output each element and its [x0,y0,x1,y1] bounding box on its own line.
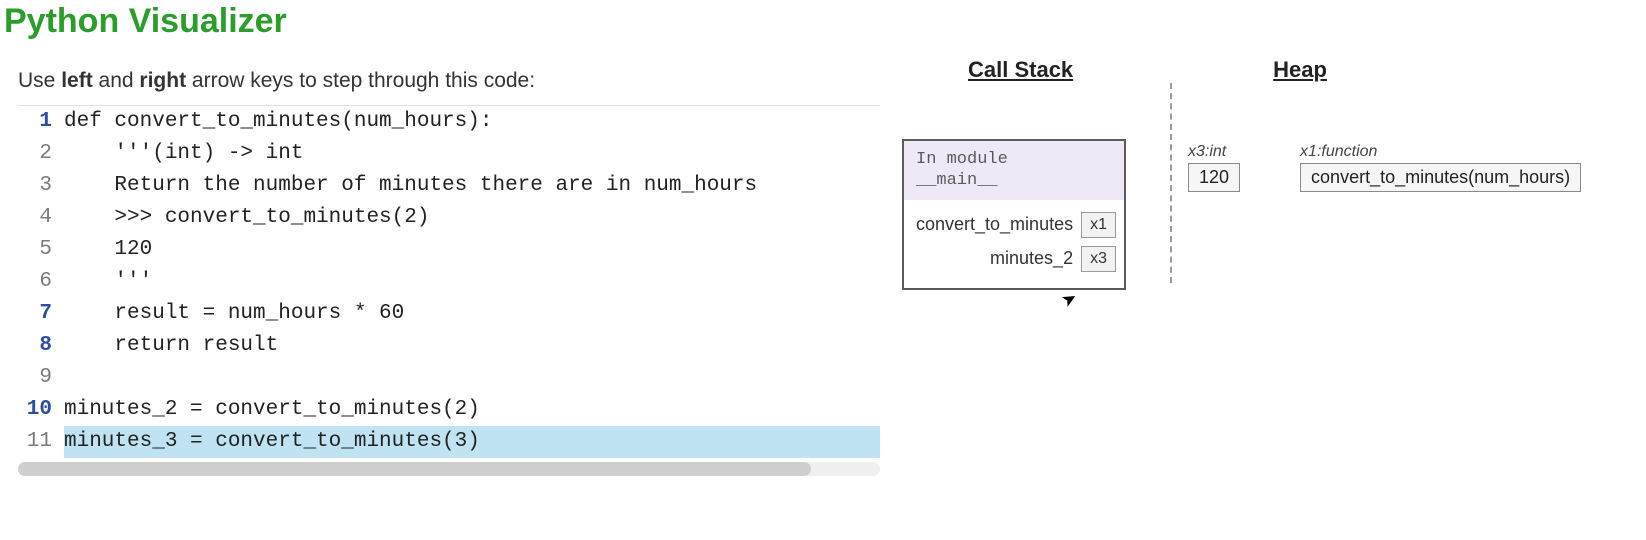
heap-object-label: x3:int [1188,143,1240,161]
code-text: minutes_3 = convert_to_minutes(3) [64,426,880,458]
code-text [64,362,880,394]
code-line[interactable]: 9 [18,362,880,394]
stack-var-row: convert_to_minutes x1 [912,208,1116,242]
stack-heap-divider [1170,83,1172,283]
heap-object-value[interactable]: convert_to_minutes(num_hours) [1300,163,1581,192]
code-text: 120 [64,234,880,266]
heap-area: x3:int 120 x1:function convert_to_minutes(n… [1188,139,1646,192]
line-number: 11 [18,426,64,458]
code-line[interactable]: 3 Return the number of minutes there are… [18,170,880,202]
stack-var-row: minutes_2 x3 [912,242,1116,276]
stack-frame-body: convert_to_minutes x1 minutes_2 x3 [904,200,1124,288]
stack-frame-main: In module __main__ convert_to_minutes x1 m… [902,139,1126,290]
code-text: minutes_2 = convert_to_minutes(2) [64,394,880,426]
stack-frame-title: In module __main__ [904,141,1124,200]
heap-header: Heap [1273,57,1327,83]
runtime-row: In module __main__ convert_to_minutes x1 m… [880,139,1646,290]
code-line[interactable]: 4 >>> convert_to_minutes(2) [18,202,880,234]
line-number: 10 [18,394,64,426]
code-line[interactable]: 7 result = num_hours * 60 [18,298,880,330]
line-number: 4 [18,202,64,234]
code-text: return result [64,330,880,362]
stack-var-name: convert_to_minutes [916,214,1073,235]
code-line[interactable]: 1def convert_to_minutes(num_hours): [18,106,880,138]
stack-var-ref[interactable]: x3 [1081,246,1116,272]
call-stack-header: Call Stack [968,57,1073,83]
horizontal-scrollbar[interactable] [18,462,880,476]
line-number: 3 [18,170,64,202]
line-number: 7 [18,298,64,330]
horizontal-scrollbar-thumb[interactable] [18,462,811,476]
stack-var-name: minutes_2 [990,248,1073,269]
code-text: '''(int) -> int [64,138,880,170]
instr-pre: Use [18,69,61,92]
main-layout: Use left and right arrow keys to step th… [0,51,1646,476]
line-number: 2 [18,138,64,170]
line-number: 6 [18,266,64,298]
code-text: result = num_hours * 60 [64,298,880,330]
heap-object-label: x1:function [1300,143,1581,161]
heap-object: x3:int 120 [1188,143,1240,192]
code-line[interactable]: 10minutes_2 = convert_to_minutes(2) [18,394,880,426]
code-text: def convert_to_minutes(num_hours): [64,106,880,138]
code-line[interactable]: 6 ''' [18,266,880,298]
code-panel: Use left and right arrow keys to step th… [0,51,880,476]
instr-left: left [61,69,93,92]
code-listing[interactable]: 1def convert_to_minutes(num_hours):2 '''… [18,105,880,458]
line-number: 1 [18,106,64,138]
heap-object-value[interactable]: 120 [1188,163,1240,192]
instr-mid: and [93,69,140,92]
runtime-headers: Call Stack Heap [880,57,1646,83]
runtime-panel: Call Stack Heap In module __main__ conve… [880,51,1646,290]
mouse-cursor-icon: ➤ [1058,287,1082,313]
code-text: >>> convert_to_minutes(2) [64,202,880,234]
line-number: 8 [18,330,64,362]
instructions-text: Use left and right arrow keys to step th… [18,51,880,99]
instr-right: right [139,69,186,92]
code-line[interactable]: 2 '''(int) -> int [18,138,880,170]
stack-var-ref[interactable]: x1 [1081,212,1116,238]
code-line[interactable]: 11minutes_3 = convert_to_minutes(3) [18,426,880,458]
code-line[interactable]: 8 return result [18,330,880,362]
heap-object: x1:function convert_to_minutes(num_hours) [1300,143,1581,192]
line-number: 9 [18,362,64,394]
code-text: Return the number of minutes there are i… [64,170,880,202]
code-line[interactable]: 5 120 [18,234,880,266]
code-text: ''' [64,266,880,298]
page-title: Python Visualizer [0,0,1646,51]
instr-post: arrow keys to step through this code: [186,69,535,92]
line-number: 5 [18,234,64,266]
